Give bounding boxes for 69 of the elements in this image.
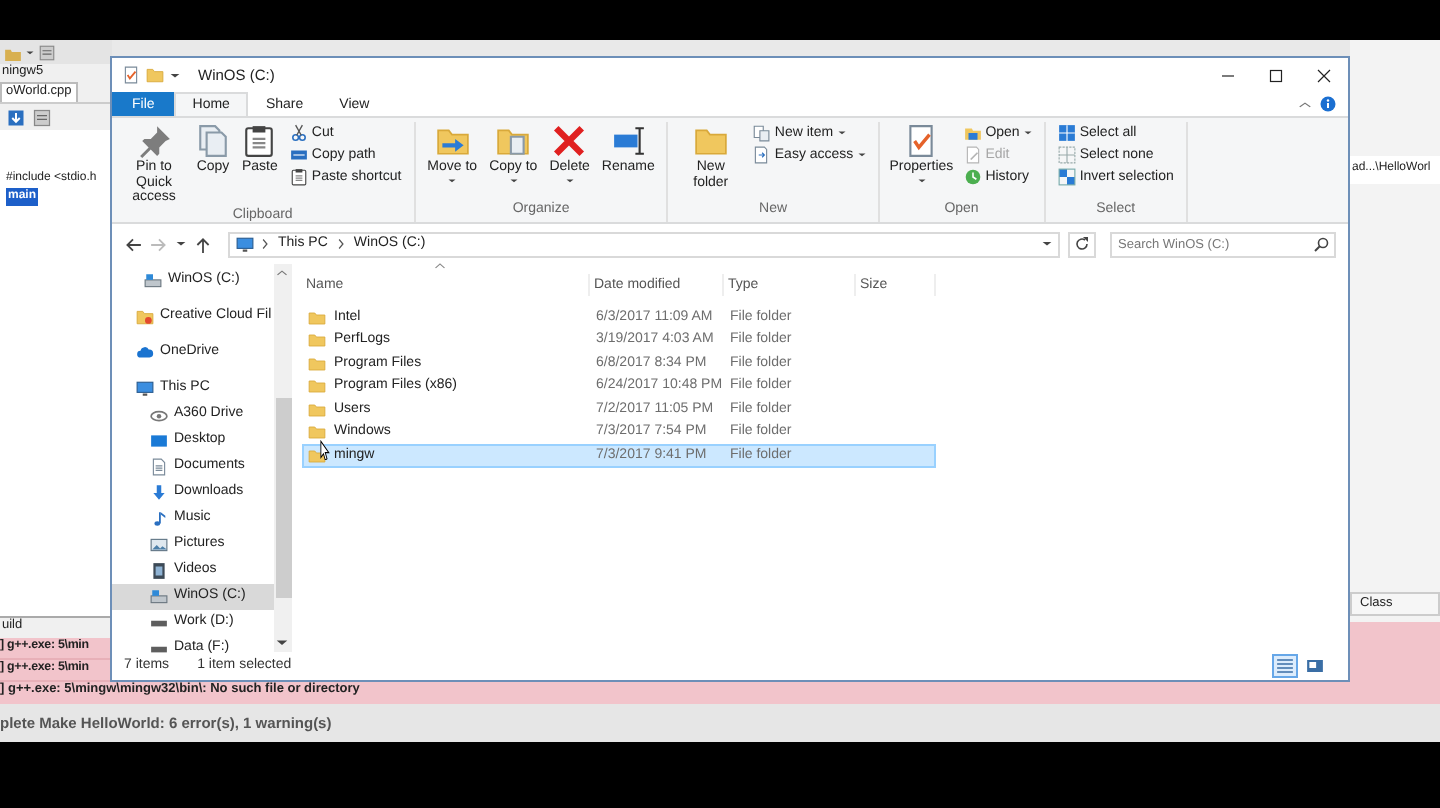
search-icon[interactable]	[1314, 236, 1330, 252]
scrollbar[interactable]	[273, 264, 292, 652]
caret-icon	[857, 152, 866, 158]
pin-icon	[137, 124, 171, 158]
dotted-grid-icon	[1057, 146, 1076, 164]
drive-icon	[150, 588, 168, 606]
page-arrow-icon	[752, 146, 771, 164]
grid-icon	[1057, 124, 1076, 142]
folder-icon	[963, 124, 982, 142]
caret-icon	[448, 177, 457, 184]
caret-icon[interactable]	[170, 71, 180, 79]
caret-icon[interactable]	[26, 49, 34, 55]
caret-icon	[1023, 130, 1032, 136]
music-note-icon	[150, 510, 168, 528]
scrollbar-thumb[interactable]	[275, 398, 292, 598]
folder-icon	[136, 308, 154, 326]
help-icon[interactable]	[1320, 96, 1336, 112]
view-toggle[interactable]	[1272, 654, 1298, 678]
view-toggle[interactable]	[1302, 654, 1328, 678]
sort-caret-icon	[434, 262, 446, 270]
folder-icon	[693, 124, 728, 158]
clock-icon	[963, 168, 982, 186]
monitor-icon	[136, 380, 154, 398]
caret-icon	[837, 130, 846, 136]
clipboard-icon	[242, 124, 277, 158]
mouse-pointer-icon	[320, 440, 334, 460]
caret-icon[interactable]	[176, 240, 186, 248]
picture-icon	[150, 536, 168, 554]
drive-icon	[144, 272, 162, 290]
details-view-icon	[1276, 658, 1294, 674]
disc-icon	[150, 406, 168, 424]
caret-icon	[565, 177, 574, 184]
scroll-down-icon[interactable]	[276, 638, 289, 648]
cloud-icon	[136, 344, 154, 362]
download-arrow-icon	[150, 484, 168, 502]
caret-icon	[509, 177, 518, 184]
x-icon	[552, 124, 587, 158]
chevron-icon[interactable]	[335, 238, 346, 250]
document-icon	[150, 458, 168, 476]
scroll-up-icon[interactable]	[276, 268, 289, 278]
checklist-icon	[904, 124, 939, 158]
large-icons-view-icon	[1306, 658, 1324, 674]
up-arrow-icon[interactable]	[194, 235, 212, 253]
folder-arrow-icon	[435, 124, 470, 158]
scissors-icon	[289, 124, 308, 142]
back-arrow-icon[interactable]	[124, 235, 142, 253]
toolbar-icon[interactable]	[32, 107, 52, 127]
checker-grid-icon	[1057, 168, 1076, 186]
folder-page-icon	[496, 124, 531, 158]
clipboard-icon	[289, 168, 308, 186]
close-icon[interactable]	[1316, 67, 1332, 83]
desktop-icon	[150, 432, 168, 450]
collapse-ribbon-icon[interactable]	[1298, 99, 1312, 109]
maximize-icon[interactable]	[1268, 67, 1284, 83]
copy-icon	[196, 124, 230, 158]
chevron-icon[interactable]	[260, 238, 270, 250]
film-icon	[150, 562, 168, 580]
refresh-icon	[1074, 236, 1090, 252]
download-arrow-icon[interactable]	[6, 107, 26, 127]
path-icon	[289, 146, 308, 164]
caret-icon	[917, 177, 926, 184]
refresh-button[interactable]	[1068, 231, 1096, 257]
pencil-page-icon	[963, 146, 982, 164]
log-panel	[1350, 622, 1440, 682]
properties-icon[interactable]	[122, 66, 140, 84]
caret-icon[interactable]	[1042, 240, 1052, 248]
pc-icon	[236, 235, 254, 253]
rename-icon	[611, 124, 646, 158]
pages-icon	[752, 124, 771, 142]
